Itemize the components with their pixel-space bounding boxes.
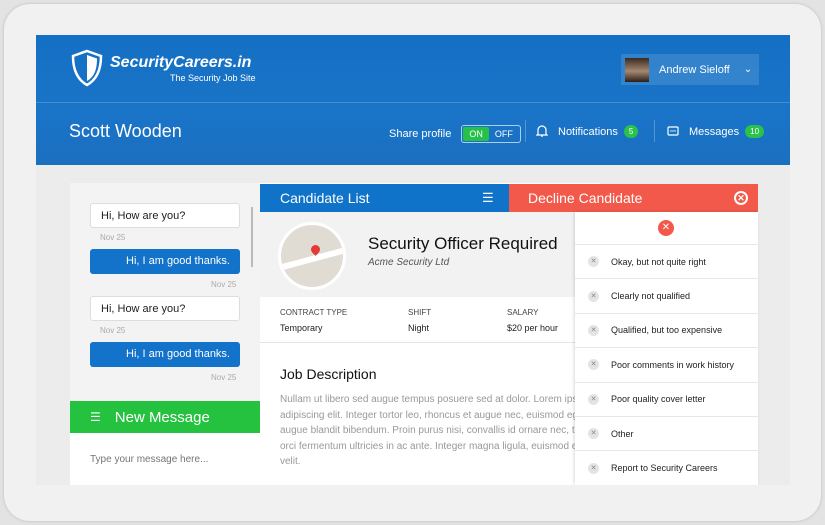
- logo-tagline: The Security Job Site: [170, 72, 256, 83]
- notifications-badge: 5: [623, 125, 639, 138]
- scrollbar[interactable]: [251, 207, 253, 267]
- new-message-button[interactable]: ☰ New Message: [70, 401, 260, 433]
- x-icon: ✕: [588, 428, 599, 440]
- reason-label: Other: [611, 428, 634, 439]
- new-message-icon: ☰: [90, 410, 101, 424]
- description-line: Nullam ut libero sed augue tempus posuer…: [280, 394, 583, 405]
- profile-name: Scott Wooden: [69, 121, 182, 141]
- chat-date: Nov 25: [100, 326, 126, 335]
- job-description-title: Job Description: [280, 366, 377, 382]
- shield-icon: [71, 49, 103, 87]
- meta-contract-type: Contract Type Temporary: [280, 308, 347, 333]
- candidate-list-bar[interactable]: Candidate List ☰: [260, 184, 509, 212]
- x-icon: ✕: [588, 393, 599, 405]
- user-menu[interactable]: Andrew Sieloff ⌄: [621, 54, 759, 85]
- job-description: Nullam ut libero sed augue tempus posuer…: [280, 392, 583, 470]
- chat-message-outgoing: Hi, I am good thanks.: [90, 342, 240, 367]
- close-icon[interactable]: ✕: [658, 220, 674, 236]
- close-icon[interactable]: ✕: [734, 191, 748, 205]
- chevron-down-icon: ⌄: [743, 64, 753, 75]
- description-line: orci fermentum ultricies in ac ante. Int…: [280, 440, 580, 452]
- message-input[interactable]: [70, 433, 260, 485]
- candidate-list-label: Candidate List: [280, 190, 370, 206]
- reason-label: Okay, but not quite right: [611, 256, 706, 267]
- decline-reason-item[interactable]: ✕ Okay, but not quite right: [575, 245, 758, 280]
- decline-reason-item[interactable]: ✕ Poor quality cover letter: [575, 383, 758, 417]
- chat-message-incoming: Hi, How are you?: [90, 203, 240, 228]
- reason-label: Report to Security Careers: [611, 463, 718, 474]
- header-divider: [36, 102, 790, 103]
- logo[interactable]: SecurityCareers.in The Security Job Site: [70, 49, 256, 87]
- notifications-label: Notifications: [558, 125, 618, 138]
- share-profile-toggle[interactable]: ON OFF: [461, 125, 521, 143]
- map-thumbnail[interactable]: [278, 222, 346, 290]
- decline-header-row: ✕: [575, 212, 758, 245]
- meta-value: Night: [408, 323, 430, 333]
- description-line: velit.: [280, 456, 301, 467]
- map-pin-icon: [309, 243, 322, 256]
- description-line: adipiscing elit. Integer tortor leo, rho…: [280, 409, 578, 421]
- user-name: Andrew Sieloff: [659, 63, 730, 76]
- company-name: Acme Security Ltd: [368, 257, 450, 268]
- reason-label: Clearly not qualified: [611, 291, 691, 302]
- notifications-link[interactable]: Notifications 5: [536, 125, 639, 138]
- meta-salary: Salary $20 per hour: [507, 308, 558, 333]
- chat-message-outgoing: Hi, I am good thanks.: [90, 249, 240, 274]
- logo-title: SecurityCareers.in: [110, 53, 252, 71]
- divider: [654, 120, 655, 142]
- meta-value: Temporary: [280, 323, 323, 333]
- meta-label: Shift: [408, 308, 432, 317]
- divider: [525, 120, 526, 142]
- chat-panel: Hi, How are you? Nov 25 Hi, I am good th…: [70, 183, 260, 485]
- x-icon: ✕: [588, 324, 599, 336]
- messages-label: Messages: [689, 125, 740, 138]
- reason-label: Qualified, but too expensive: [611, 325, 723, 336]
- meta-value: $20 per hour: [507, 323, 559, 333]
- decline-candidate-title: Decline Candidate: [528, 190, 643, 206]
- x-icon: ✕: [588, 290, 599, 302]
- decline-reason-item[interactable]: ✕ Poor comments in work history: [575, 348, 758, 383]
- toggle-off[interactable]: OFF: [489, 127, 519, 141]
- meta-shift: Shift Night: [408, 308, 431, 333]
- chat-date: Nov 25: [211, 373, 237, 382]
- messages-link[interactable]: Messages 10: [667, 125, 765, 138]
- description-line: augue blandit bibendum. Proin purus nisi…: [280, 425, 578, 436]
- bell-icon: [536, 125, 548, 137]
- share-profile: Share profile ON OFF: [389, 125, 521, 143]
- meta-label: Contract Type: [280, 308, 348, 317]
- message-icon: [667, 126, 679, 136]
- menu-icon[interactable]: ☰: [482, 184, 494, 212]
- meta-label: Salary: [507, 308, 539, 317]
- new-message-label: New Message: [114, 408, 210, 426]
- job-header: Security Officer Required Acme Security …: [260, 212, 600, 297]
- decline-reason-item[interactable]: ✕ Qualified, but too expensive: [575, 314, 758, 349]
- chat-date: Nov 25: [100, 233, 126, 242]
- reason-label: Poor quality cover letter: [611, 394, 706, 405]
- job-panel: Candidate List ☰ Security Officer Requir…: [260, 183, 600, 485]
- decline-reason-item[interactable]: ✕ Report to Security Careers: [575, 451, 758, 485]
- avatar: [625, 57, 649, 82]
- messages-badge: 10: [745, 125, 765, 138]
- app-window: SecurityCareers.in The Security Job Site…: [36, 35, 790, 485]
- decline-candidate-bar: Decline Candidate ✕: [509, 184, 758, 212]
- x-icon: ✕: [588, 462, 599, 474]
- toggle-on[interactable]: ON: [463, 127, 489, 141]
- reason-label: Poor comments in work history: [611, 359, 735, 370]
- decline-reasons-panel: ✕ ✕ Okay, but not quite right ✕ Clearly no…: [575, 212, 758, 485]
- decline-reason-item[interactable]: ✕ Clearly not qualified: [575, 279, 758, 314]
- header: SecurityCareers.in The Security Job Site…: [36, 35, 790, 165]
- divider: [260, 342, 600, 343]
- job-title: Security Officer Required: [368, 234, 558, 253]
- chat-date: Nov 25: [211, 280, 237, 289]
- chat-message-incoming: Hi, How are you?: [90, 296, 240, 321]
- x-icon: ✕: [588, 359, 599, 371]
- decline-reason-item[interactable]: ✕ Other: [575, 417, 758, 452]
- share-profile-label: Share profile: [389, 128, 452, 140]
- x-icon: ✕: [588, 256, 599, 268]
